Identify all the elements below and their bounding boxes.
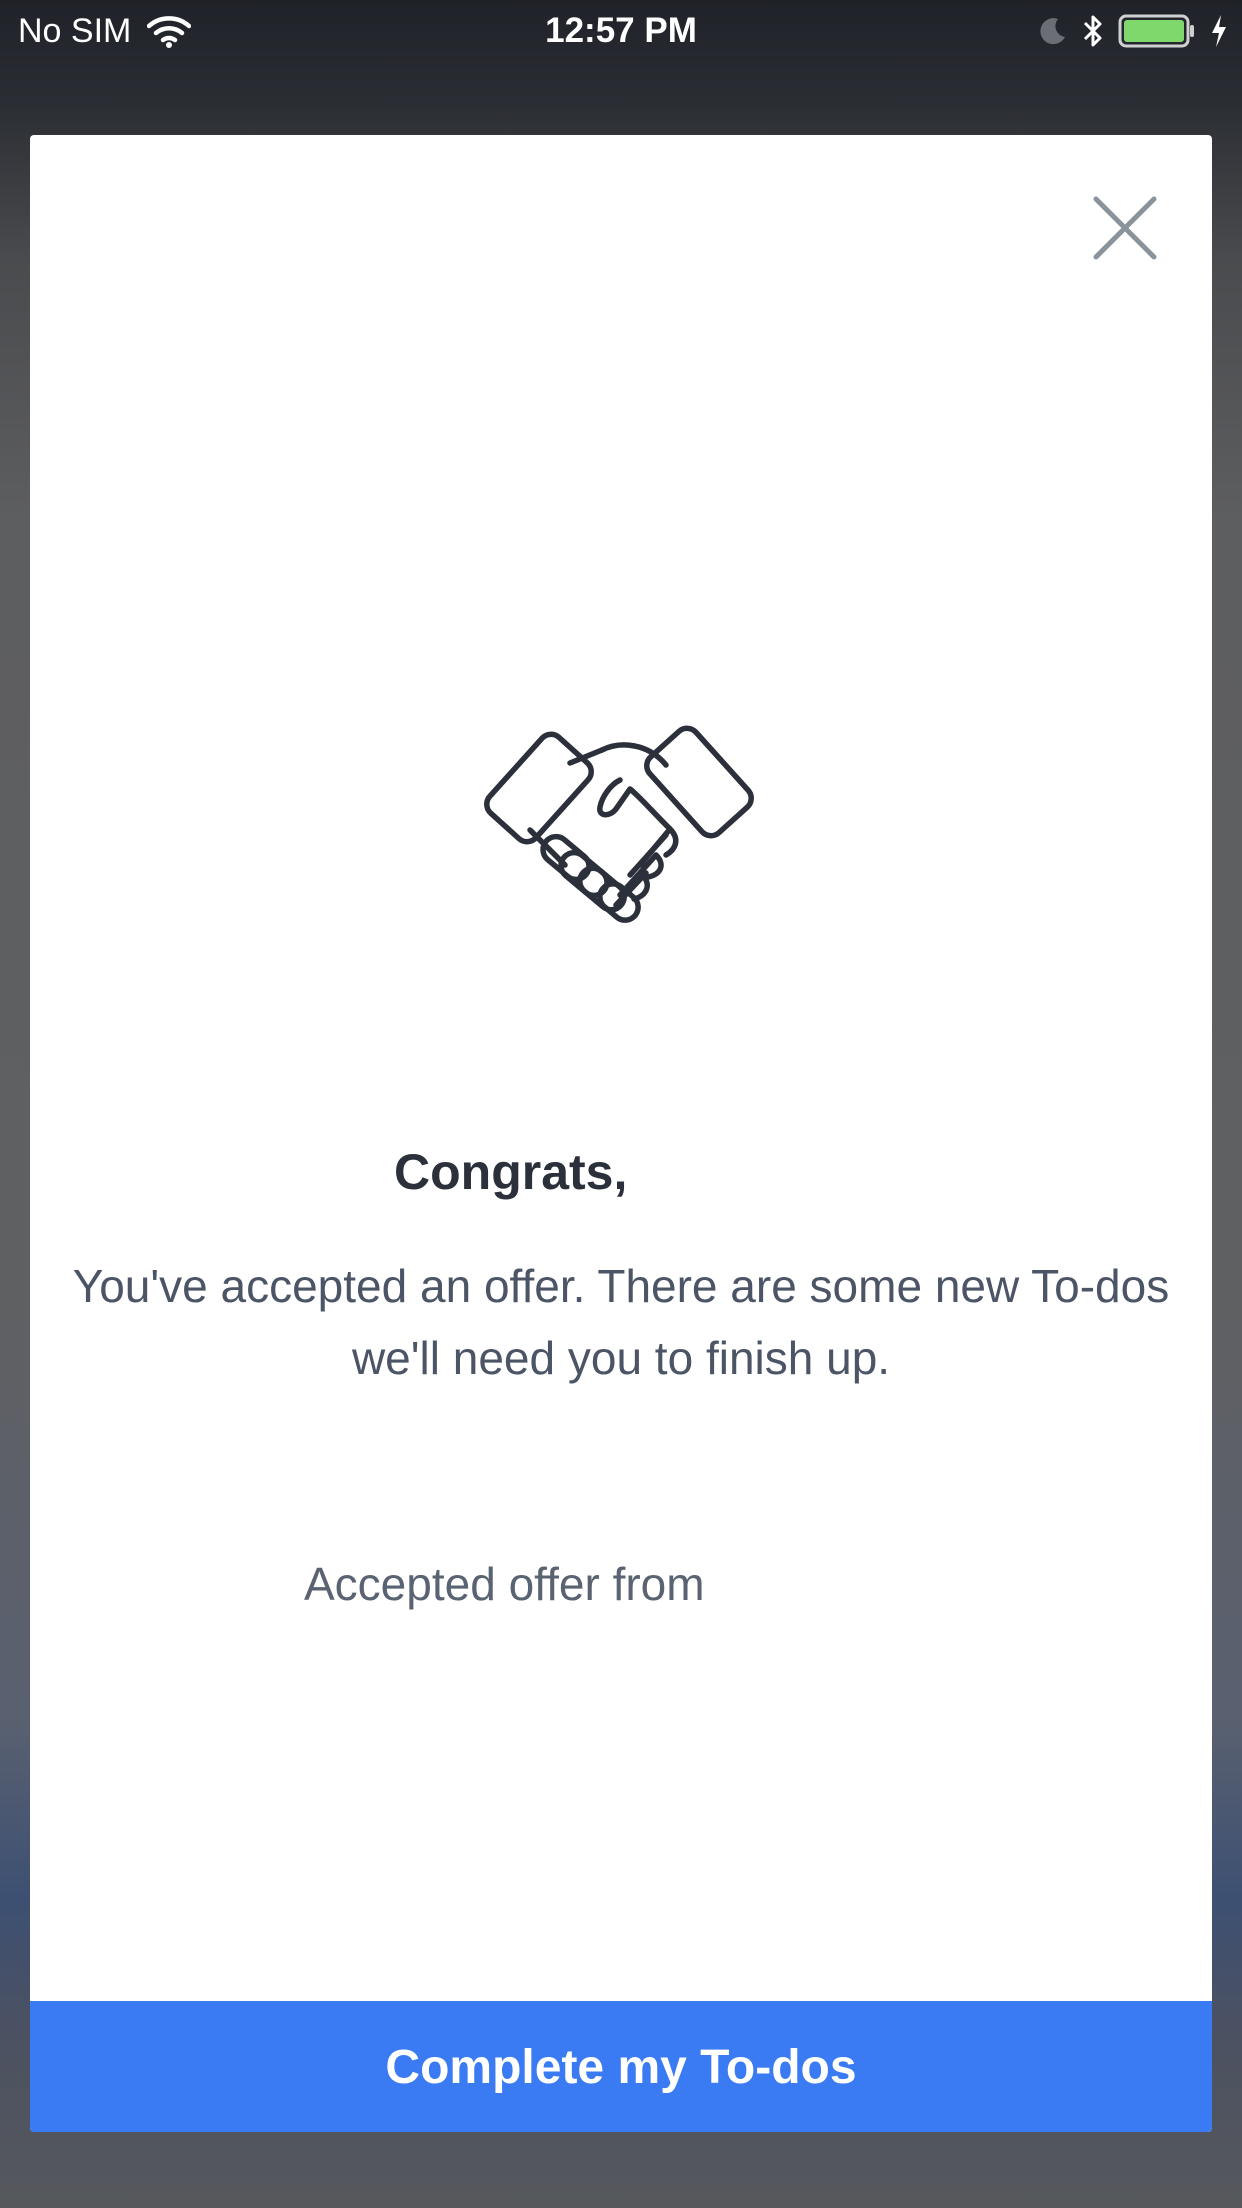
close-icon	[1093, 196, 1157, 260]
moon-icon	[1038, 16, 1068, 46]
battery-icon	[1118, 13, 1196, 49]
offer-accepted-modal: Congrats, You've accepted an offer. Ther…	[30, 135, 1212, 2132]
accepted-offer-label: Accepted offer from	[304, 1558, 705, 1610]
bluetooth-icon	[1082, 13, 1104, 49]
close-button[interactable]	[1090, 193, 1160, 263]
congrats-title: Congrats,	[394, 1144, 628, 1200]
offer-accepted-message: You've accepted an offer. There are some…	[72, 1260, 1170, 1384]
battery-fill	[1124, 20, 1184, 42]
charging-bolt-icon	[1210, 14, 1228, 48]
status-right	[1038, 8, 1228, 54]
complete-todos-button[interactable]: Complete my To-dos	[30, 2001, 1212, 2132]
status-bar: No SIM 12:57 PM	[0, 0, 1242, 62]
handshake-icon	[470, 705, 770, 975]
